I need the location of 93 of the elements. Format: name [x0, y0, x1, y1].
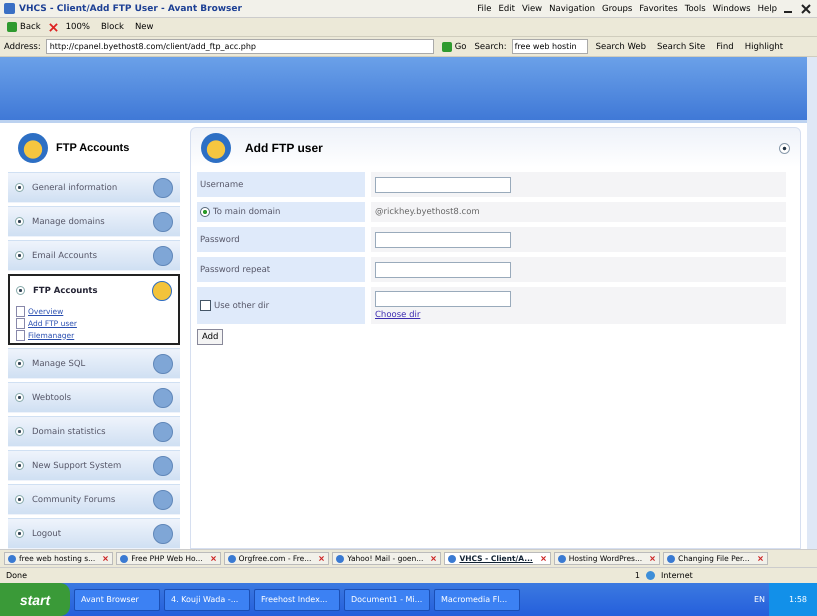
back-button[interactable]: Back	[4, 22, 44, 32]
stop-icon[interactable]	[48, 22, 58, 32]
collapse-button[interactable]	[779, 142, 790, 154]
domain-text: @rickhey.byethost8.com	[375, 207, 480, 217]
taskbar-button[interactable]: Macromedia Fl...	[434, 588, 520, 610]
bullet-icon	[15, 529, 24, 538]
round-icon	[153, 212, 173, 232]
round-icon	[153, 456, 173, 476]
round-icon	[153, 422, 173, 442]
search-field[interactable]: free web hostin	[512, 39, 588, 54]
checkbox-label: Use other dir	[214, 300, 270, 310]
menu-item[interactable]: Tools	[684, 4, 706, 14]
radio-button[interactable]	[200, 207, 210, 217]
menu-item[interactable]: View	[522, 4, 542, 14]
document-icon	[16, 318, 25, 328]
window-title: VHCS - Client/Add FTP User - Avant Browser	[19, 4, 242, 14]
taskbar-button[interactable]: Avant Browser	[74, 588, 160, 610]
menu-item[interactable]: Edit	[498, 4, 515, 14]
menu-item[interactable]: Help	[758, 4, 777, 14]
status-count: 1	[634, 571, 640, 580]
sidebar-item[interactable]: Email Accounts	[8, 240, 180, 271]
language-indicator: EN	[754, 595, 766, 604]
bullet-icon	[15, 183, 24, 192]
bullet-icon	[15, 461, 24, 470]
bullet-icon	[15, 251, 24, 260]
new-button[interactable]: New	[132, 22, 156, 32]
taskbar-button[interactable]: 4. Kouji Wada -...	[164, 588, 250, 610]
sidebar-item[interactable]: Manage SQL	[8, 348, 180, 379]
checkbox[interactable]	[200, 300, 211, 311]
zoom-button[interactable]: 100%	[62, 22, 93, 32]
close-tab-icon[interactable]	[318, 555, 326, 562]
bullet-icon	[16, 286, 25, 295]
bullet-icon	[15, 427, 24, 436]
input-field[interactable]	[375, 262, 511, 278]
close-button[interactable]	[801, 4, 811, 14]
menu-item[interactable]: Windows	[712, 4, 751, 14]
panel-title: Add FTP user	[245, 141, 324, 155]
bullet-icon	[15, 495, 24, 504]
zone-text: Internet	[661, 571, 694, 580]
radio-label: To main domain	[213, 207, 280, 217]
add-button[interactable]: Add	[197, 329, 224, 345]
sidebar-item[interactable]: General information	[8, 172, 180, 203]
bullet-icon	[15, 217, 24, 226]
close-tab-icon[interactable]	[102, 555, 110, 562]
field-label: Password	[197, 227, 365, 252]
sidebar-item[interactable]: Domain statistics	[8, 416, 180, 447]
search-site-button[interactable]: Search Site	[654, 42, 708, 52]
close-tab-icon[interactable]	[649, 555, 656, 562]
round-icon	[152, 280, 172, 300]
menu-item[interactable]: Navigation	[549, 4, 595, 14]
close-tab-icon[interactable]	[540, 555, 547, 562]
round-icon	[153, 178, 173, 198]
round-icon	[153, 524, 173, 544]
document-icon	[16, 306, 25, 316]
status-text: Done	[6, 571, 28, 580]
round-icon	[153, 388, 173, 408]
menu-item[interactable]: File	[477, 4, 492, 14]
taskbar-button[interactable]: Document1 - Mi...	[344, 588, 430, 610]
field-label: Password repeat	[197, 257, 365, 282]
round-icon	[153, 490, 173, 510]
browser-icon	[4, 3, 15, 14]
sidebar-item[interactable]: Manage domains	[8, 206, 180, 237]
input-field[interactable]	[375, 291, 511, 307]
address-field[interactable]: http://cpanel.byethost8.com/client/add_ftp_acc.php	[46, 39, 434, 54]
sidebar-item[interactable]: Community Forums	[8, 484, 180, 515]
address-label: Address:	[4, 42, 41, 52]
bullet-icon	[15, 359, 24, 368]
clock: 1:58	[769, 583, 817, 616]
highlight-button[interactable]: Highlight	[742, 42, 786, 52]
input-field[interactable]	[375, 176, 511, 192]
search-label: Search:	[474, 42, 507, 52]
close-tab-icon[interactable]	[756, 555, 764, 562]
close-tab-icon[interactable]	[210, 555, 217, 562]
taskbar-button[interactable]: Freehost Index...	[254, 588, 340, 610]
sidebar-item[interactable]: Webtools	[8, 382, 180, 413]
sidebar-title: FTP Accounts	[56, 142, 130, 154]
search-web-button[interactable]: Search Web	[592, 42, 650, 52]
sidebar-item[interactable]: Logout	[8, 518, 180, 549]
round-icon	[153, 354, 173, 374]
choose-dir-link[interactable]: Choose dir	[375, 310, 420, 320]
start-button[interactable]: start	[0, 583, 70, 616]
round-icon	[153, 246, 173, 266]
go-button[interactable]: Go	[438, 42, 470, 52]
menu-item[interactable]: Groups	[602, 4, 632, 14]
bullet-icon	[15, 393, 24, 402]
sidebar-item[interactable]: New Support System	[8, 450, 180, 481]
close-tab-icon[interactable]	[430, 555, 438, 562]
input-field[interactable]	[375, 232, 511, 248]
field-label: Username	[197, 172, 365, 197]
menu-item[interactable]: Favorites	[639, 4, 678, 14]
document-icon	[16, 330, 25, 340]
block-button[interactable]: Block	[98, 22, 127, 32]
find-button[interactable]: Find	[713, 42, 737, 52]
